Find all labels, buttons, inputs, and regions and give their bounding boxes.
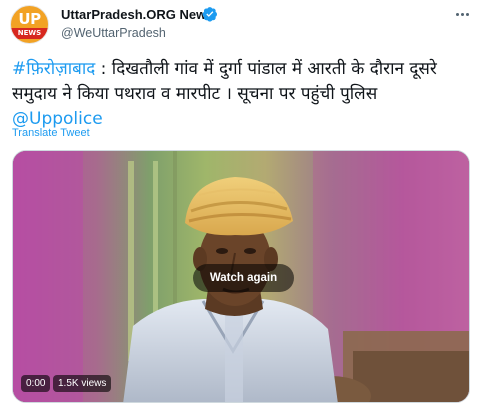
tweet-text: #फ़िरोज़ाबाद : दिखतौली गांव में दुर्गा प… bbox=[12, 57, 470, 132]
author-handle[interactable]: @WeUttarPradesh bbox=[61, 26, 166, 40]
mention-link[interactable]: @Uppolice bbox=[12, 109, 103, 129]
tweet[interactable]: UP NEWS UttarPradesh.ORG News @WeUttarPr… bbox=[0, 0, 480, 414]
translate-tweet-link[interactable]: Translate Tweet bbox=[12, 127, 90, 139]
video-timestamp: 0:00 bbox=[21, 375, 51, 392]
video-view-count: 1.5K views bbox=[53, 375, 112, 392]
verified-badge-icon bbox=[202, 7, 217, 22]
avatar[interactable]: UP NEWS bbox=[10, 5, 49, 44]
display-name[interactable]: UttarPradesh.ORG News bbox=[61, 7, 213, 22]
more-horizontal-icon[interactable] bbox=[452, 6, 472, 22]
avatar-logo-text: UP bbox=[18, 10, 41, 28]
avatar-logo-band: NEWS bbox=[11, 28, 48, 39]
watch-again-button[interactable]: Watch again bbox=[193, 264, 294, 292]
hashtag-link[interactable]: #फ़िरोज़ाबाद bbox=[12, 59, 95, 79]
video-player[interactable]: Watch again 0:00 1.5K views bbox=[12, 150, 470, 403]
